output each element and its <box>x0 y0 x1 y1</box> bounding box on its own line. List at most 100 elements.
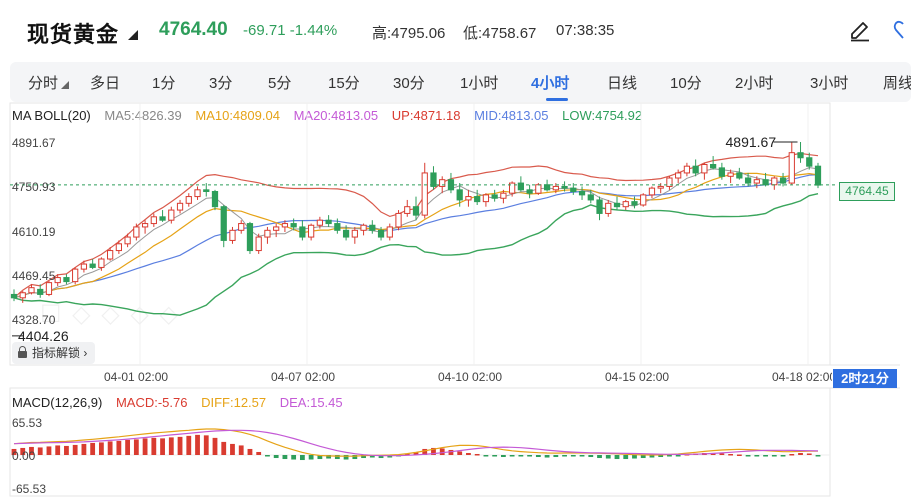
candle-body <box>395 212 402 228</box>
macd-bar <box>474 453 480 456</box>
candle-body <box>535 184 542 194</box>
candle-body <box>613 202 621 208</box>
candle-body <box>727 172 734 177</box>
kline-chart[interactable]: 4891.674404.26 <box>0 0 911 500</box>
candle-body <box>788 152 795 184</box>
candle-body <box>762 179 769 186</box>
macd-bar <box>457 451 463 455</box>
candle-body <box>622 201 629 208</box>
candle-body <box>683 165 691 174</box>
candle-body <box>316 219 323 226</box>
macd-bar <box>544 455 550 458</box>
macd-bar <box>492 455 498 457</box>
candle-body <box>517 182 524 191</box>
candle-body <box>596 199 603 214</box>
macd-bar <box>142 438 148 455</box>
macd-bar <box>230 443 235 455</box>
candle-body <box>28 287 35 294</box>
macd-bar <box>81 443 87 455</box>
candle-body <box>412 206 420 216</box>
candle-body <box>176 202 184 211</box>
candle-body <box>98 258 105 268</box>
candle-body <box>543 184 551 191</box>
macd-bar <box>527 455 533 457</box>
candle-body <box>255 236 262 252</box>
macd-bar <box>614 455 620 460</box>
candle-body <box>806 157 813 167</box>
candle-body <box>325 219 332 225</box>
candle-body <box>141 223 149 228</box>
y-tick-label: 4328.70 <box>12 313 56 327</box>
unlock-label: 指标解锁 <box>32 346 81 360</box>
candle-body <box>578 191 586 196</box>
candle-body <box>63 277 70 283</box>
macd-legend[interactable]: MACD(12,26,9) MACD:-5.76 DIFF:12.57 DEA:… <box>12 395 353 410</box>
candle-body <box>72 268 79 283</box>
candle-body <box>107 250 114 260</box>
y-tick-label: 4750.93 <box>12 180 56 194</box>
candle-body <box>482 194 490 203</box>
macd-bar <box>186 435 192 455</box>
macd-bar <box>509 455 515 457</box>
candle-body <box>736 172 743 179</box>
candle-body <box>377 229 385 238</box>
macd-bar <box>632 455 637 459</box>
x-tick-label: 04-18 02:00 <box>772 370 832 384</box>
candle-body <box>744 177 752 184</box>
macd-bar <box>719 453 725 455</box>
candle-body <box>657 185 664 189</box>
candle-body <box>229 229 236 241</box>
candle-body <box>465 196 472 201</box>
y-tick-label: 4610.19 <box>12 225 56 239</box>
macd-bar <box>500 455 506 458</box>
macd-bar <box>439 448 445 455</box>
candle-body <box>771 177 778 186</box>
candle-body <box>421 172 428 216</box>
macd-bar <box>125 439 131 455</box>
macd-value: MACD:-5.76 <box>115 395 188 410</box>
candle-body <box>220 206 227 241</box>
candle-body <box>37 288 44 295</box>
candle-body <box>194 189 201 198</box>
macd-bar <box>553 455 559 458</box>
candle-body <box>779 177 787 184</box>
dea-value: DEA:15.45 <box>279 395 343 410</box>
macd-y-tick: 0.00 <box>12 449 36 463</box>
macd-bar <box>221 441 227 455</box>
candle-body <box>404 206 411 214</box>
macd-bar <box>535 455 541 458</box>
main-panel-frame <box>9 102 831 366</box>
chevron-right-icon: › <box>83 346 88 360</box>
candle-body <box>631 201 638 206</box>
candle-body <box>10 293 18 299</box>
lock-icon <box>18 346 27 358</box>
unlock-indicator-button[interactable]: 指标解锁 › <box>12 342 96 364</box>
candle-body <box>238 223 245 231</box>
candle-body <box>54 277 61 284</box>
macd-bar <box>518 455 524 457</box>
macd-bar <box>579 455 585 457</box>
candle-body <box>797 152 804 159</box>
macd-bar <box>562 455 567 457</box>
x-tick-label: 04-01 02:00 <box>104 370 169 384</box>
macd-bar <box>107 441 113 455</box>
candle-body <box>89 263 96 268</box>
macd-bar <box>291 455 297 460</box>
candle-body <box>203 189 210 193</box>
candle-body <box>334 223 341 231</box>
candle-body <box>290 223 297 228</box>
macd-bar <box>282 455 288 460</box>
candle-body <box>552 185 559 191</box>
macd-bar <box>299 455 305 461</box>
macd-bar <box>168 437 174 455</box>
candle-body <box>150 216 157 225</box>
macd-bar <box>203 435 209 455</box>
candle-body <box>648 187 656 196</box>
macd-bar <box>763 455 768 457</box>
macd-bar <box>570 455 576 457</box>
candle-body <box>299 226 306 238</box>
candle-body <box>133 226 140 238</box>
y-tick-label: 4891.67 <box>12 136 56 150</box>
x-tick-label: 04-15 02:00 <box>605 370 670 384</box>
macd-bar <box>151 437 157 455</box>
